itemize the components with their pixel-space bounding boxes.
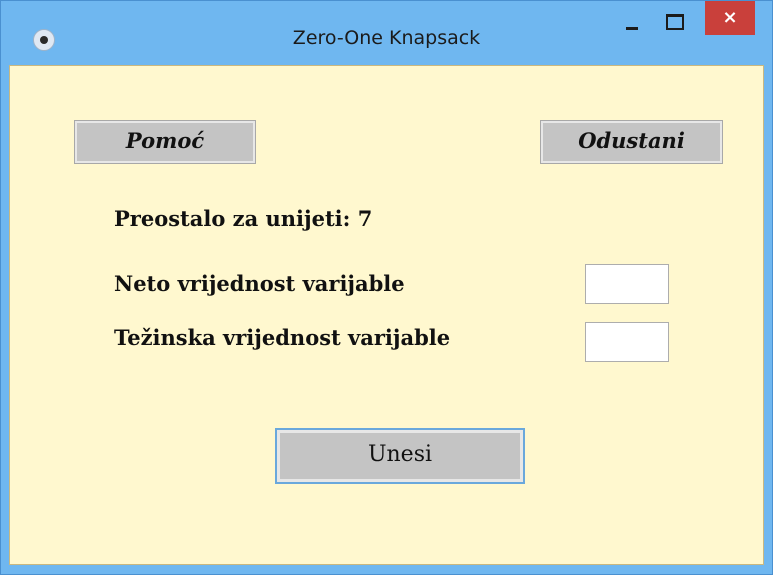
title-bar[interactable]: Zero-One Knapsack × [1,1,772,65]
net-value-label: Neto vrijednost varijable [114,271,405,296]
submit-button[interactable]: Unesi [275,428,525,484]
maximize-button[interactable] [656,1,694,35]
minimize-button[interactable] [613,1,651,35]
weight-value-label: Težinska vrijednost varijable [114,325,451,350]
remaining-count-label: Preostalo za unijeti: 7 [114,206,373,231]
close-button[interactable]: × [705,1,755,35]
net-value-field[interactable] [585,264,669,304]
form-panel: Pomoć Odustani Preostalo za unijeti: 7 N… [9,65,764,565]
help-button[interactable]: Pomoć [74,120,256,164]
weight-value-field[interactable] [585,322,669,362]
app-window: Zero-One Knapsack × Pomoć Odustani Preos… [0,0,773,575]
cancel-button[interactable]: Odustani [540,120,723,164]
